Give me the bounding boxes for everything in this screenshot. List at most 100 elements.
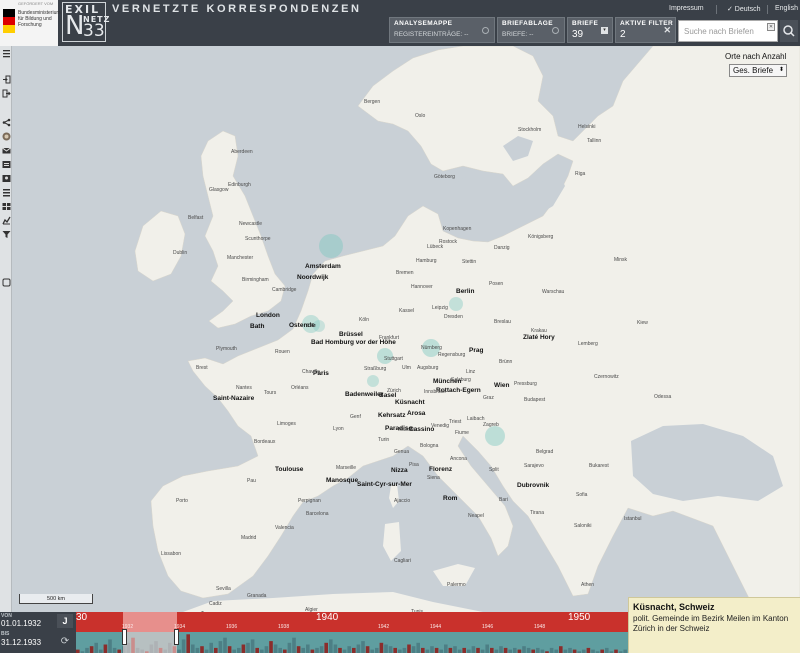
list-icon[interactable]	[2, 188, 11, 197]
place-label[interactable]: Kehrsatz	[378, 412, 405, 419]
place-label[interactable]: Plymouth	[216, 347, 237, 352]
place-label[interactable]: Dubrovnik	[517, 482, 549, 489]
place-label[interactable]: Belfast	[188, 216, 203, 221]
place-label[interactable]: Ulm	[402, 366, 411, 371]
place-label[interactable]: Turin	[378, 438, 389, 443]
place-label[interactable]: Tours	[264, 391, 276, 396]
place-label[interactable]: Neapel	[468, 514, 484, 519]
aktive-filter-widget[interactable]: AKTIVE FILTER 2 ✕	[615, 17, 676, 43]
table-icon[interactable]	[2, 202, 11, 211]
share-icon[interactable]	[2, 118, 11, 127]
place-label[interactable]: Odessa	[654, 395, 671, 400]
place-label[interactable]: Triest	[449, 420, 461, 425]
place-label[interactable]: Pressburg	[514, 382, 537, 387]
place-label[interactable]: Amsterdam	[305, 263, 341, 270]
place-label[interactable]: Saloniki	[574, 524, 592, 529]
von-date[interactable]: 01.01.1932	[1, 619, 41, 628]
search-button[interactable]	[780, 20, 798, 42]
place-label[interactable]: Tallinn	[587, 139, 601, 144]
place-label[interactable]: Krakau	[531, 329, 547, 334]
place-label[interactable]: Porto	[176, 499, 188, 504]
place-label[interactable]: Glasgow	[209, 188, 228, 193]
place-label[interactable]: Leipzig	[432, 306, 448, 311]
place-label[interactable]: Granada	[247, 594, 266, 599]
place-label[interactable]: Dublin	[173, 251, 187, 256]
place-label[interactable]: Königsberg	[528, 235, 553, 240]
place-label[interactable]: Birmingham	[242, 278, 269, 283]
place-label[interactable]: Köln	[359, 318, 369, 323]
place-label[interactable]: Limoges	[277, 422, 296, 427]
place-label[interactable]: Brüssel	[339, 331, 363, 338]
timeline-selection[interactable]	[123, 612, 177, 653]
place-label[interactable]: Rom	[443, 495, 457, 502]
network-icon[interactable]	[2, 160, 11, 169]
timeline-handle-end[interactable]	[174, 629, 179, 645]
timeline-handle-start[interactable]	[122, 629, 127, 645]
place-label[interactable]: Ancona	[450, 457, 467, 462]
place-label[interactable]: Stettin	[462, 260, 476, 265]
place-label[interactable]: Kassel	[399, 309, 414, 314]
place-label[interactable]: Lille	[307, 324, 316, 329]
place-label[interactable]: Chaville	[302, 370, 320, 375]
place-label[interactable]: Zagreb	[483, 423, 499, 428]
briefablage-widget[interactable]: BRIEFABLAGE BRIEFE: --	[497, 17, 565, 43]
place-label[interactable]: Noordwijk	[297, 274, 328, 281]
place-label[interactable]: Czernowitz	[594, 375, 619, 380]
place-label[interactable]: Lissabon	[161, 552, 181, 557]
place-label[interactable]: Bordeaux	[254, 440, 275, 445]
place-label[interactable]: Florenz	[429, 466, 452, 473]
place-label[interactable]: Pisa	[409, 463, 419, 468]
place-label[interactable]: Edinburgh	[228, 183, 251, 188]
place-label[interactable]: Aberdeen	[231, 150, 253, 155]
place-label[interactable]: Bath	[250, 323, 264, 330]
place-label[interactable]: Toulouse	[275, 466, 303, 473]
place-label[interactable]: Prag	[469, 347, 483, 354]
place-label[interactable]: Marseille	[336, 466, 356, 471]
letter-icon[interactable]	[2, 146, 11, 155]
bis-date[interactable]: 31.12.1933	[1, 638, 41, 647]
place-label[interactable]: Danzig	[494, 246, 510, 251]
place-label[interactable]: Rostock	[439, 240, 457, 245]
place-label[interactable]: Ajaccio	[394, 499, 410, 504]
place-label[interactable]: Belgrad	[536, 450, 553, 455]
place-label[interactable]: Augsburg	[417, 366, 438, 371]
map-view[interactable]: Oslo Stockholm Amsterdam Noordwijk London Bat…	[13, 46, 800, 612]
place-label[interactable]: Bukarest	[589, 464, 609, 469]
place-label[interactable]: London	[256, 312, 280, 319]
place-label[interactable]: Minsk	[614, 258, 627, 263]
place-label[interactable]: Cadiz	[209, 602, 222, 607]
place-label[interactable]: Straßburg	[364, 367, 386, 372]
place-label[interactable]: Hannover	[411, 285, 433, 290]
timeline-unit-button[interactable]: J	[57, 614, 73, 628]
place-label[interactable]: Dresden	[444, 315, 463, 320]
clear-filter-icon[interactable]: ✕	[663, 25, 671, 36]
logout-icon[interactable]	[2, 89, 11, 98]
place-label[interactable]: Palermo	[447, 583, 466, 588]
place-label[interactable]: Bergen	[364, 100, 380, 105]
place-label[interactable]: Athen	[581, 583, 594, 588]
place-label[interactable]: Cambridge	[272, 288, 296, 293]
place-label[interactable]: Scunthorpe	[245, 237, 271, 242]
place-label[interactable]: Innsbruck	[424, 390, 446, 395]
place-label[interactable]: Kopenhagen	[443, 227, 471, 232]
place-label[interactable]: Valencia	[275, 526, 294, 531]
place-label[interactable]: Göteborg	[434, 175, 455, 180]
place-label[interactable]: Sevilla	[216, 587, 231, 592]
place-label[interactable]: Breslau	[494, 320, 511, 325]
place-label[interactable]: Lübeck	[427, 245, 443, 250]
briefe-menu-icon[interactable]: ▾	[601, 27, 608, 34]
analysemappe-widget[interactable]: ANALYSEMAPPE REGISTEREINTRÄGE: --	[389, 17, 495, 43]
place-label[interactable]: Berlin	[456, 288, 474, 295]
place-label[interactable]: Madrid	[241, 536, 256, 541]
place-label[interactable]: Manosque	[326, 477, 358, 484]
place-label[interactable]: Rouen	[275, 350, 290, 355]
place-label[interactable]: Graz	[483, 396, 494, 401]
place-label[interactable]: Hamburg	[416, 259, 437, 264]
place-label[interactable]: Genf	[350, 415, 361, 420]
place-label[interactable]: Saint-Nazaire	[213, 395, 254, 402]
place-label[interactable]: Pau	[247, 479, 256, 484]
refresh-icon[interactable]: ⟳	[57, 635, 73, 649]
place-label[interactable]: Orléans	[291, 386, 309, 391]
place-label[interactable]: Nürnberg	[421, 346, 442, 351]
place-label[interactable]: Brest	[196, 366, 208, 371]
